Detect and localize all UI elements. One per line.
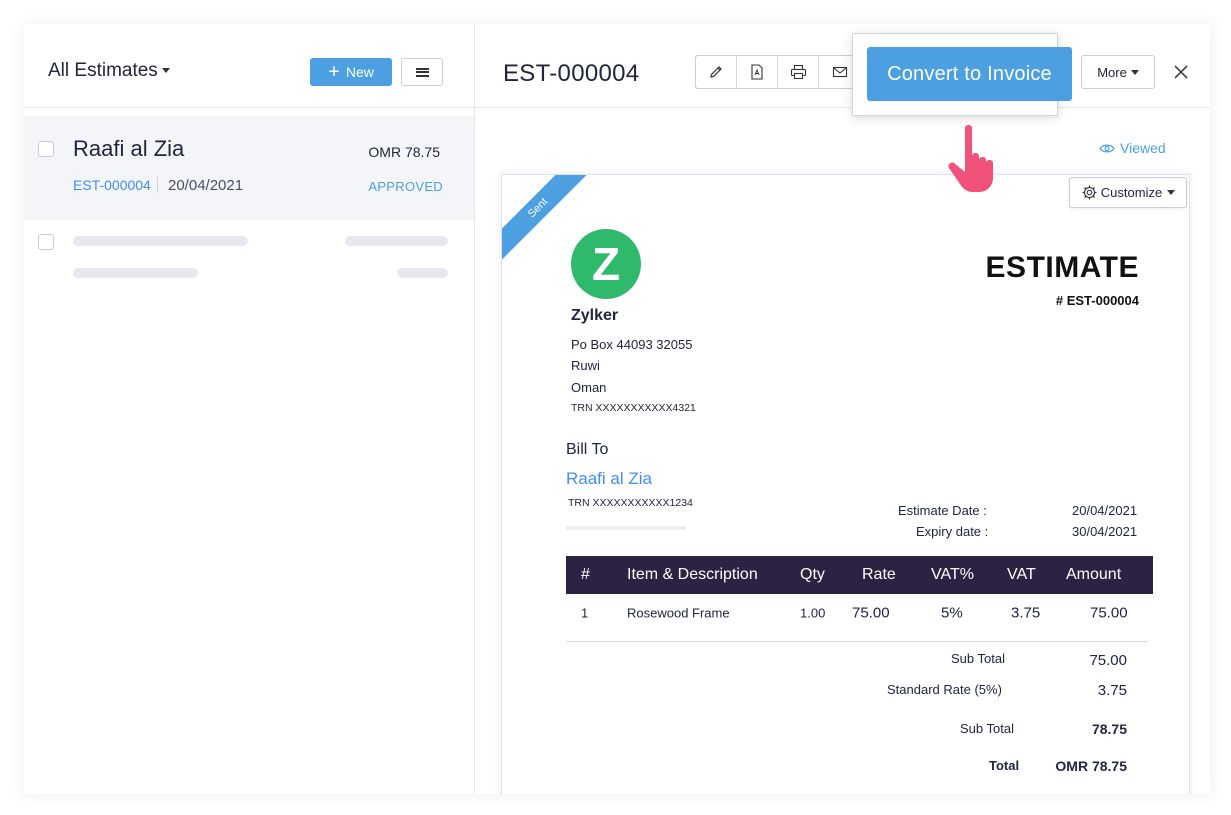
close-button[interactable] xyxy=(1169,60,1193,84)
bill-to-label: Bill To xyxy=(566,441,609,458)
subtotal-value: 75.00 xyxy=(1089,652,1127,669)
skeleton-line xyxy=(345,236,448,246)
expiry-date-label: Expiry date : xyxy=(916,524,989,539)
items-table-header: # Item & Description Qty Rate VAT% VAT A… xyxy=(566,556,1153,594)
item-rate: 75.00 xyxy=(852,604,890,622)
edit-button[interactable] xyxy=(696,56,737,88)
customize-label: Customize xyxy=(1100,185,1163,200)
address-line: Ruwi xyxy=(571,358,600,373)
plus-icon: + xyxy=(328,61,340,83)
viewed-label: Viewed xyxy=(1120,140,1166,156)
estimates-app: All Estimates + New Raafi al Zia OMR 78.… xyxy=(24,24,1210,794)
view-selector[interactable]: All Estimates xyxy=(48,60,170,82)
item-qty: 1.00 xyxy=(800,605,826,621)
pdf-icon xyxy=(751,64,763,80)
convert-to-invoice-button[interactable]: Convert to Invoice xyxy=(867,47,1072,101)
eye-icon xyxy=(1099,144,1115,152)
estimate-amount: OMR 78.75 xyxy=(368,144,440,160)
viewed-indicator[interactable]: Viewed xyxy=(1099,140,1166,156)
item-number: 1 xyxy=(581,605,589,621)
new-estimate-button[interactable]: + New xyxy=(310,58,392,86)
address-line: Oman xyxy=(571,380,607,395)
customer-name: Raafi al Zia xyxy=(73,136,185,161)
list-header: All Estimates + New xyxy=(24,24,474,108)
printer-icon xyxy=(790,64,806,80)
mail-icon xyxy=(832,66,847,78)
list-item[interactable]: Raafi al Zia OMR 78.75 EST-000004 20/04/… xyxy=(24,116,474,220)
tax-value: 3.75 xyxy=(1097,682,1127,699)
bill-to-trn: TRN XXXXXXXXXXX1234 xyxy=(568,497,693,509)
subtotal-label: Sub Total xyxy=(951,651,1005,666)
status-badge: APPROVED xyxy=(368,179,443,194)
customize-button[interactable]: Customize xyxy=(1069,177,1187,208)
tax-label: Standard Rate (5%) xyxy=(887,682,1002,697)
pointer-hand-icon xyxy=(948,125,993,192)
column-header: Qty xyxy=(800,566,825,583)
more-label: More xyxy=(1097,64,1127,80)
print-button[interactable] xyxy=(778,56,819,88)
org-name: Zylker xyxy=(571,307,619,324)
column-header: Item & Description xyxy=(627,566,758,583)
total-value: OMR 78.75 xyxy=(1055,758,1127,774)
detail-toolbar xyxy=(695,55,861,89)
document-number: # EST-000004 xyxy=(1055,293,1139,308)
estimate-document: Sent Customize Z Zylker Po Box 44093 320… xyxy=(501,174,1190,794)
table-row: 1 Rosewood Frame 1.00 75.00 5% 3.75 75.0… xyxy=(566,594,1153,632)
estimate-date: 20/04/2021 xyxy=(168,177,244,194)
new-button-label: New xyxy=(345,64,374,80)
expiry-date-value: 30/04/2021 xyxy=(1072,524,1138,539)
placeholder-checkbox xyxy=(38,234,54,250)
pencil-icon xyxy=(710,66,722,78)
estimate-number: EST-000004 xyxy=(73,177,158,193)
document-title: ESTIMATE xyxy=(985,251,1139,284)
item-amount: 75.00 xyxy=(1090,604,1128,622)
address-line: Po Box 44093 32055 xyxy=(571,337,693,352)
divider xyxy=(566,526,686,530)
caret-down-icon xyxy=(161,68,170,74)
column-header: Amount xyxy=(1066,566,1122,583)
skeleton-line xyxy=(73,236,248,246)
column-header: VAT xyxy=(1007,566,1036,583)
org-trn: TRN XXXXXXXXXXX4321 xyxy=(571,402,696,414)
company-logo: Z xyxy=(571,229,641,299)
column-header: Rate xyxy=(862,566,896,583)
item-vat-percent: 5% xyxy=(941,604,963,622)
caret-down-icon xyxy=(1167,190,1176,195)
estimate-date-value: 20/04/2021 xyxy=(1072,503,1138,518)
close-icon xyxy=(1174,65,1188,79)
estimates-list-pane: All Estimates + New Raafi al Zia OMR 78.… xyxy=(24,24,475,794)
view-title: All Estimates xyxy=(48,60,158,81)
row-checkbox[interactable] xyxy=(38,141,54,157)
table-divider xyxy=(566,641,1148,642)
list-menu-button[interactable] xyxy=(401,58,443,86)
estimate-date-label: Estimate Date : xyxy=(898,503,987,518)
item-vat: 3.75 xyxy=(1011,604,1041,622)
more-button[interactable]: More xyxy=(1081,55,1155,89)
skeleton-line xyxy=(73,268,198,278)
subtotal2-value: 78.75 xyxy=(1091,721,1127,737)
bill-to-name[interactable]: Raafi al Zia xyxy=(566,469,652,489)
item-description: Rosewood Frame xyxy=(627,605,730,621)
caret-down-icon xyxy=(1130,69,1139,75)
subtotal2-label: Sub Total xyxy=(960,721,1014,736)
detail-title: EST-000004 xyxy=(503,60,640,87)
column-header: # xyxy=(581,566,590,583)
hamburger-icon xyxy=(415,67,429,77)
skeleton-line xyxy=(397,268,448,278)
gear-icon xyxy=(1082,185,1097,200)
column-header: VAT% xyxy=(931,566,974,583)
pdf-button[interactable] xyxy=(737,56,778,88)
total-label: Total xyxy=(989,758,1020,773)
